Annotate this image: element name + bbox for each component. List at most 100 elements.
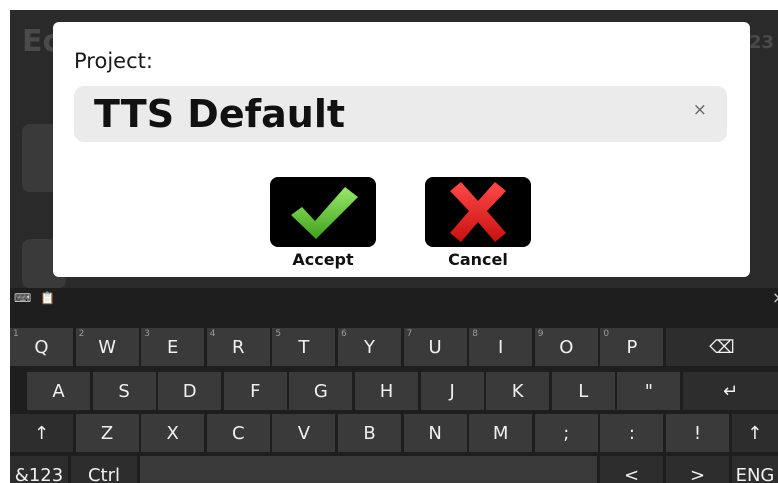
key-b[interactable]: B xyxy=(338,414,401,452)
screen: Ec /23 Project: TTS Default × Accept Can… xyxy=(10,10,778,483)
key-m[interactable]: M xyxy=(469,414,533,452)
key-v[interactable]: V xyxy=(272,414,336,452)
key-k[interactable]: K xyxy=(486,372,550,410)
key-label: E xyxy=(167,336,179,358)
key-enter[interactable]: ↵ xyxy=(683,372,778,410)
key-hint: 2 xyxy=(78,329,85,339)
key-left[interactable]: < xyxy=(600,456,663,483)
key-quote[interactable]: " xyxy=(617,372,681,410)
clipboard-icon[interactable]: 📋 xyxy=(40,291,55,305)
key-s[interactable]: S xyxy=(92,372,156,410)
key-label: Z xyxy=(100,422,114,444)
clear-icon[interactable]: × xyxy=(693,100,707,120)
key-exclamation[interactable]: ! xyxy=(666,414,729,452)
key-hint: 7 xyxy=(406,329,413,339)
key-hint: 6 xyxy=(341,329,347,339)
key-label: ↑ xyxy=(747,422,763,444)
cancel-button[interactable] xyxy=(425,177,531,247)
key-label: N xyxy=(428,422,442,444)
key-f[interactable]: F xyxy=(223,372,287,410)
key-x[interactable]: X xyxy=(141,414,205,452)
key-label: U xyxy=(428,336,442,358)
project-label: Project: xyxy=(74,49,153,73)
key-d[interactable]: D xyxy=(158,372,222,410)
key-label: ; xyxy=(563,422,570,444)
key-hint: 3 xyxy=(144,329,150,339)
key-label: D xyxy=(182,380,197,402)
cancel-label: Cancel xyxy=(448,250,508,269)
key-label: R xyxy=(232,336,245,358)
key-e[interactable]: 3E xyxy=(141,328,205,366)
key-t[interactable]: 5T xyxy=(272,328,336,366)
key-o[interactable]: 9O xyxy=(534,328,598,366)
key-u[interactable]: 7U xyxy=(403,328,467,366)
key-label: S xyxy=(118,380,130,402)
key-label: O xyxy=(559,336,574,358)
project-dialog: Project: TTS Default × Accept Cancel xyxy=(53,22,750,277)
key-label: ↵ xyxy=(722,380,739,402)
key-language[interactable]: ENG xyxy=(732,456,778,483)
close-keyboard-icon[interactable]: × xyxy=(772,288,778,307)
key-h[interactable]: H xyxy=(355,372,418,410)
key-hint: 4 xyxy=(209,329,216,339)
key-label: C xyxy=(232,422,245,444)
key-label: K xyxy=(511,380,524,402)
x-icon xyxy=(450,182,506,242)
key-label: : xyxy=(628,422,635,444)
key-a[interactable]: A xyxy=(27,372,90,410)
key-hint: 5 xyxy=(275,329,282,339)
key-z[interactable]: Z xyxy=(75,414,139,452)
key-y[interactable]: 6Y xyxy=(338,328,401,366)
key-label: T xyxy=(298,336,310,358)
key-label: L xyxy=(578,380,589,402)
key-g[interactable]: G xyxy=(289,372,353,410)
key-label: ⌫ xyxy=(709,336,735,358)
key-label: A xyxy=(52,380,65,402)
key-hint: 8 xyxy=(472,329,478,339)
key-shift[interactable]: ↑ xyxy=(731,414,778,452)
key-label: V xyxy=(297,422,311,444)
key-r[interactable]: 4R xyxy=(206,328,270,366)
keyboard-toolbar: ⌨ 📋 × xyxy=(10,288,778,314)
key-label: &123 xyxy=(14,464,64,483)
key-c[interactable]: C xyxy=(206,414,270,452)
key-l[interactable]: L xyxy=(551,372,615,410)
key-right[interactable]: > xyxy=(666,456,729,483)
key-hint: 0 xyxy=(603,329,610,339)
keyboard-settings-icon[interactable]: ⌨ xyxy=(14,291,31,305)
key-label: ↑ xyxy=(33,422,50,444)
key-label: ENG xyxy=(735,464,775,483)
key-backspace[interactable]: ⌫ xyxy=(666,328,778,366)
key-shift[interactable]: ↑ xyxy=(10,414,73,452)
key-i[interactable]: 8I xyxy=(469,328,533,366)
project-input[interactable]: TTS Default × xyxy=(74,86,727,142)
key-p[interactable]: 0P xyxy=(600,328,664,366)
key-label: Ctrl xyxy=(87,464,121,483)
key-w[interactable]: 2W xyxy=(75,328,139,366)
key-symbols[interactable]: &123 xyxy=(10,456,68,483)
accept-label: Accept xyxy=(292,250,354,269)
checkmark-icon xyxy=(291,187,358,239)
key-ctrl[interactable]: Ctrl xyxy=(71,456,137,483)
key-j[interactable]: J xyxy=(420,372,484,410)
key-hint: 9 xyxy=(537,329,544,339)
key-label: P xyxy=(626,336,638,358)
key-q[interactable]: 1Q xyxy=(10,328,73,366)
key-space[interactable] xyxy=(140,456,597,483)
project-input-value: TTS Default xyxy=(94,92,346,136)
key-label: G xyxy=(313,380,328,402)
accept-button[interactable] xyxy=(270,177,376,247)
key-label: > xyxy=(689,464,706,483)
key-label: ! xyxy=(693,422,702,444)
key-label: Y xyxy=(364,336,375,358)
key-colon[interactable]: : xyxy=(600,414,664,452)
key-label: " xyxy=(644,380,654,402)
key-n[interactable]: N xyxy=(403,414,467,452)
key-label: B xyxy=(363,422,376,444)
key-hint: 1 xyxy=(13,329,19,339)
key-semicolon[interactable]: ; xyxy=(534,414,598,452)
key-label: W xyxy=(98,336,116,358)
key-label: I xyxy=(498,336,504,358)
on-screen-keyboard: ⌨ 📋 × 1Q2W3E4R5T6Y7U8I9O0P⌫ASDFGHJKL"↵↑Z… xyxy=(10,288,778,483)
key-label: J xyxy=(449,380,455,402)
